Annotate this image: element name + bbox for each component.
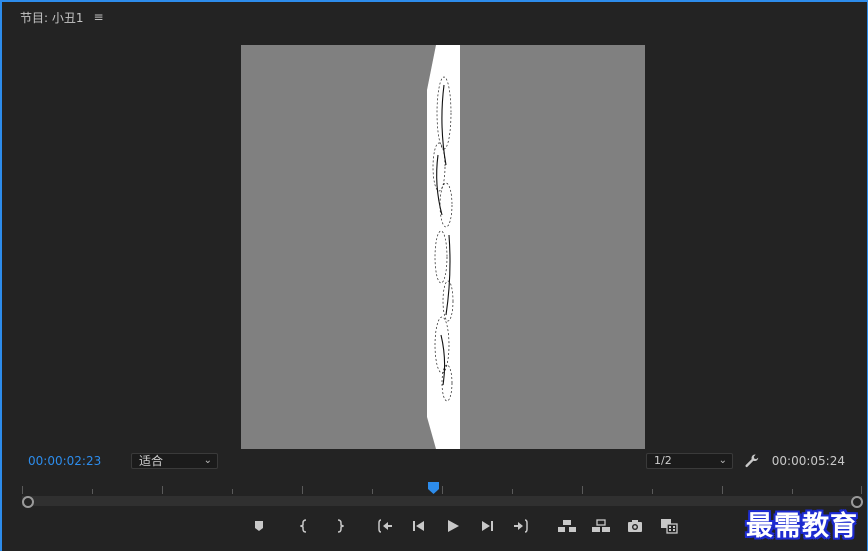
time-ruler[interactable]	[22, 482, 862, 494]
transport-controls	[248, 515, 692, 537]
watermark-logo: 最需教育	[746, 511, 858, 542]
wrench-icon[interactable]	[744, 453, 760, 469]
lift-icon[interactable]	[556, 515, 578, 537]
current-timecode[interactable]: 00:00:02:23	[28, 454, 101, 468]
panel-title[interactable]: 节目: 小丑1	[20, 9, 84, 26]
panel-header: 节目: 小丑1 ≡	[20, 7, 104, 27]
rotated-image-card	[427, 45, 460, 449]
chevron-down-icon: ⌄	[718, 455, 727, 466]
playback-resolution-select[interactable]: 1/2 ⌄	[646, 453, 733, 469]
program-viewer[interactable]	[241, 45, 645, 449]
playhead[interactable]	[428, 482, 440, 494]
zoom-handle-left[interactable]	[22, 496, 34, 508]
go-to-in-icon[interactable]	[374, 515, 396, 537]
video-frame	[427, 45, 460, 449]
comparison-view-icon[interactable]	[658, 515, 680, 537]
zoom-fit-select[interactable]: 适合 ⌄	[131, 453, 218, 469]
hamburger-menu-icon[interactable]: ≡	[94, 10, 104, 24]
mark-in-icon[interactable]	[294, 515, 316, 537]
chevron-down-icon: ⌄	[203, 455, 212, 466]
step-forward-icon[interactable]	[476, 515, 498, 537]
export-frame-icon[interactable]	[624, 515, 646, 537]
resolution-value: 1/2	[654, 454, 672, 467]
duration-timecode: 00:00:05:24	[771, 454, 845, 468]
add-marker-icon[interactable]	[248, 515, 270, 537]
program-monitor-panel: 节目: 小丑1 ≡ 00:00:02:23 适合 ⌄ 1/2 ⌄ 00:00:0…	[0, 0, 868, 551]
zoom-scroll-bar[interactable]	[22, 496, 862, 506]
play-icon[interactable]	[442, 515, 464, 537]
zoom-fit-value: 适合	[139, 454, 164, 468]
step-back-icon[interactable]	[408, 515, 430, 537]
extract-icon[interactable]	[590, 515, 612, 537]
mark-out-icon[interactable]	[328, 515, 350, 537]
go-to-out-icon[interactable]	[510, 515, 532, 537]
